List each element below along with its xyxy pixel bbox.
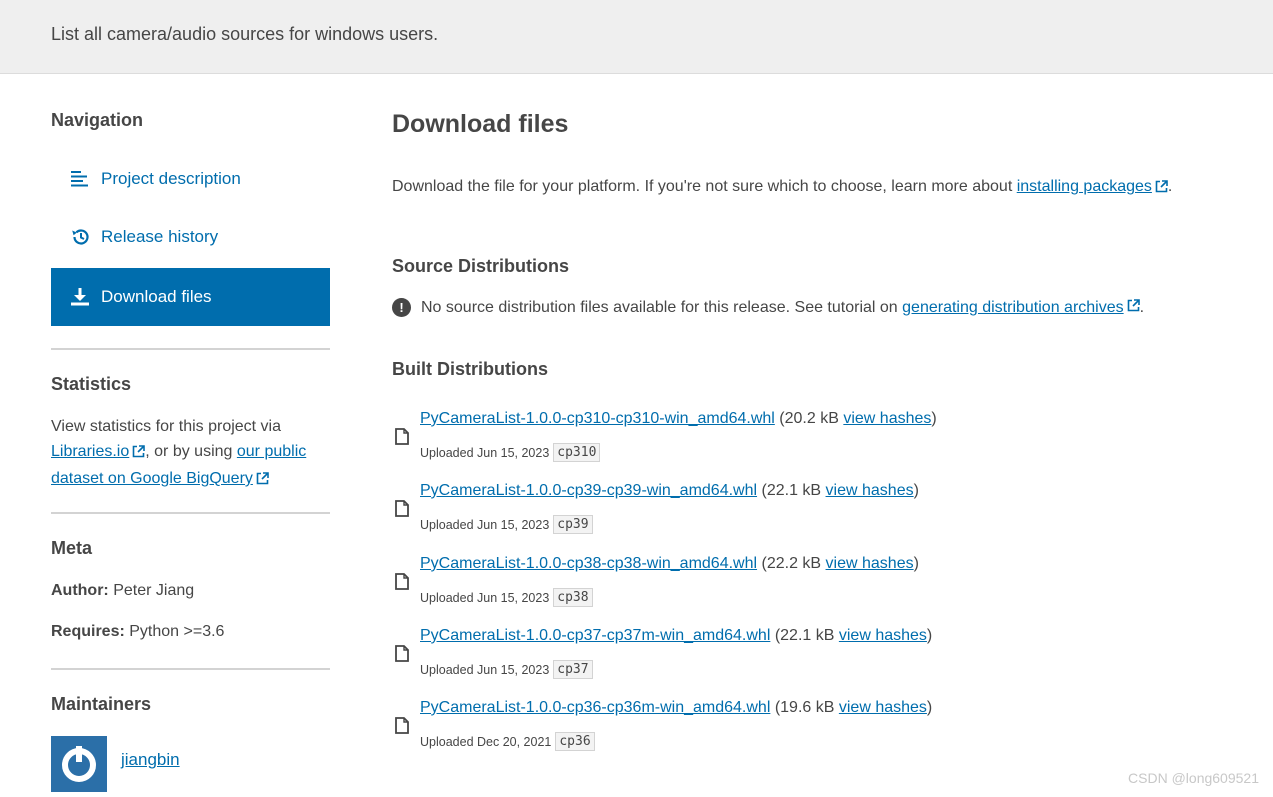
file-size: (22.1 kB bbox=[761, 482, 822, 499]
avatar[interactable] bbox=[51, 736, 107, 792]
generating-archives-link[interactable]: generating distribution archives bbox=[902, 299, 1123, 317]
statistics-middle: , or by using bbox=[145, 443, 233, 460]
file-link[interactable]: PyCameraList-1.0.0-cp36-cp36m-win_amd64.… bbox=[420, 699, 770, 716]
view-hashes-link[interactable]: view hashes bbox=[839, 699, 927, 716]
paren-close: ) bbox=[913, 555, 919, 572]
file-icon bbox=[395, 645, 409, 667]
file-size: (22.1 kB bbox=[774, 627, 835, 644]
file-icon bbox=[395, 500, 409, 522]
history-icon bbox=[69, 227, 91, 247]
source-distributions-heading: Source Distributions bbox=[392, 256, 570, 276]
bigquery-link-part2[interactable]: dataset on Google BigQuery bbox=[51, 470, 253, 487]
nav-item-label: Release history bbox=[101, 227, 219, 246]
project-summary-banner: List all camera/audio sources for window… bbox=[0, 0, 1273, 74]
file-link[interactable]: PyCameraList-1.0.0-cp37-cp37m-win_amd64.… bbox=[420, 627, 770, 644]
file-size: (19.6 kB bbox=[774, 699, 835, 716]
file-link[interactable]: PyCameraList-1.0.0-cp38-cp38-win_amd64.w… bbox=[420, 555, 757, 572]
installing-packages-link[interactable]: installing packages bbox=[1017, 178, 1152, 195]
requires-label: Requires: bbox=[51, 623, 125, 640]
meta-heading: Meta bbox=[51, 538, 93, 558]
source-notice-text: No source distribution files available f… bbox=[421, 298, 898, 316]
list-item: PyCameraList-1.0.0-cp36-cp36m-win_amd64.… bbox=[392, 699, 1192, 759]
nav-item-download-files[interactable]: Download files bbox=[51, 268, 330, 326]
align-left-icon bbox=[69, 169, 91, 189]
view-hashes-link[interactable]: view hashes bbox=[826, 482, 914, 499]
python-tag: cp36 bbox=[555, 732, 595, 751]
file-link[interactable]: PyCameraList-1.0.0-cp310-cp310-win_amd64… bbox=[420, 410, 775, 427]
python-tag: cp37 bbox=[553, 660, 593, 679]
nav-item-project-description[interactable]: Project description bbox=[51, 150, 330, 208]
upload-date: Uploaded Dec 20, 2021 bbox=[420, 734, 552, 749]
author-value: Peter Jiang bbox=[113, 582, 195, 599]
list-item: PyCameraList-1.0.0-cp310-cp310-win_amd64… bbox=[392, 410, 1192, 470]
requires-value: Python >=3.6 bbox=[129, 623, 225, 640]
file-icon bbox=[395, 573, 409, 595]
external-link-icon bbox=[1155, 180, 1168, 198]
author-label: Author: bbox=[51, 582, 109, 599]
paren-close: ) bbox=[926, 627, 933, 644]
built-distributions-heading: Built Distributions bbox=[392, 359, 548, 379]
statistics-intro: View statistics for this project via bbox=[51, 418, 282, 435]
file-link[interactable]: PyCameraList-1.0.0-cp39-cp39-win_amd64.w… bbox=[420, 482, 757, 499]
list-item: PyCameraList-1.0.0-cp39-cp39-win_amd64.w… bbox=[392, 482, 1192, 542]
file-line: PyCameraList-1.0.0-cp38-cp38-win_amd64.w… bbox=[420, 555, 919, 573]
file-icon bbox=[395, 428, 409, 450]
python-tag: cp38 bbox=[553, 588, 593, 607]
intro-text-body: Download the file for your platform. If … bbox=[392, 178, 1013, 195]
page-title: Download files bbox=[392, 110, 569, 138]
divider bbox=[51, 512, 330, 514]
file-line: PyCameraList-1.0.0-cp36-cp36m-win_amd64.… bbox=[420, 699, 932, 717]
meta-requires: Requires: Python >=3.6 bbox=[51, 623, 224, 641]
external-link-icon bbox=[132, 441, 146, 466]
upload-date: Uploaded Jun 15, 2023 bbox=[420, 517, 550, 532]
statistics-heading: Statistics bbox=[51, 374, 132, 394]
project-summary-text: List all camera/audio sources for window… bbox=[51, 24, 439, 44]
upload-date: Uploaded Jun 15, 2023 bbox=[420, 590, 550, 605]
maintainers-heading: Maintainers bbox=[51, 694, 152, 714]
upload-info: Uploaded Jun 15, 2023 cp39 bbox=[420, 515, 593, 534]
paren-close: ) bbox=[926, 699, 933, 716]
view-hashes-link[interactable]: view hashes bbox=[839, 627, 927, 644]
upload-info: Uploaded Dec 20, 2021 cp36 bbox=[420, 732, 595, 751]
source-notice: ! No source distribution files available… bbox=[392, 298, 1144, 317]
upload-info: Uploaded Jun 15, 2023 cp38 bbox=[420, 588, 593, 607]
nav-item-release-history[interactable]: Release history bbox=[51, 208, 330, 266]
file-line: PyCameraList-1.0.0-cp37-cp37m-win_amd64.… bbox=[420, 627, 932, 645]
upload-info: Uploaded Jun 15, 2023 cp310 bbox=[420, 443, 601, 462]
view-hashes-link[interactable]: view hashes bbox=[843, 410, 931, 427]
file-icon bbox=[395, 717, 409, 739]
file-size: (20.2 kB bbox=[779, 410, 839, 427]
navigation-heading: Navigation bbox=[51, 110, 144, 130]
paren-close: ) bbox=[913, 482, 919, 499]
download-icon bbox=[69, 287, 91, 307]
external-link-icon bbox=[1127, 298, 1140, 317]
paren-close: ) bbox=[931, 410, 937, 427]
libraries-io-link[interactable]: Libraries.io bbox=[51, 443, 129, 460]
intro-text: Download the file for your platform. If … bbox=[392, 178, 1172, 198]
statistics-text: View statistics for this project via Lib… bbox=[51, 414, 330, 493]
divider bbox=[51, 348, 330, 350]
nav-item-label: Download files bbox=[101, 287, 212, 306]
watermark: CSDN @long609521 bbox=[1128, 770, 1259, 786]
exclamation-circle-icon: ! bbox=[392, 298, 411, 317]
file-size: (22.2 kB bbox=[761, 555, 822, 572]
python-tag: cp310 bbox=[553, 443, 601, 462]
view-hashes-link[interactable]: view hashes bbox=[826, 555, 914, 572]
file-line: PyCameraList-1.0.0-cp39-cp39-win_amd64.w… bbox=[420, 482, 919, 500]
upload-info: Uploaded Jun 15, 2023 cp37 bbox=[420, 660, 593, 679]
python-tag: cp39 bbox=[553, 515, 593, 534]
maintainer-link[interactable]: jiangbin bbox=[121, 750, 180, 770]
external-link-icon bbox=[256, 468, 269, 493]
list-item: PyCameraList-1.0.0-cp37-cp37m-win_amd64.… bbox=[392, 627, 1192, 687]
nav-item-label: Project description bbox=[101, 169, 241, 188]
bigquery-link-part1[interactable]: our public bbox=[237, 443, 306, 460]
meta-author: Author: Peter Jiang bbox=[51, 582, 194, 600]
list-item: PyCameraList-1.0.0-cp38-cp38-win_amd64.w… bbox=[392, 555, 1192, 615]
upload-date: Uploaded Jun 15, 2023 bbox=[420, 445, 550, 460]
file-line: PyCameraList-1.0.0-cp310-cp310-win_amd64… bbox=[420, 410, 937, 428]
divider bbox=[51, 668, 330, 670]
upload-date: Uploaded Jun 15, 2023 bbox=[420, 662, 550, 677]
